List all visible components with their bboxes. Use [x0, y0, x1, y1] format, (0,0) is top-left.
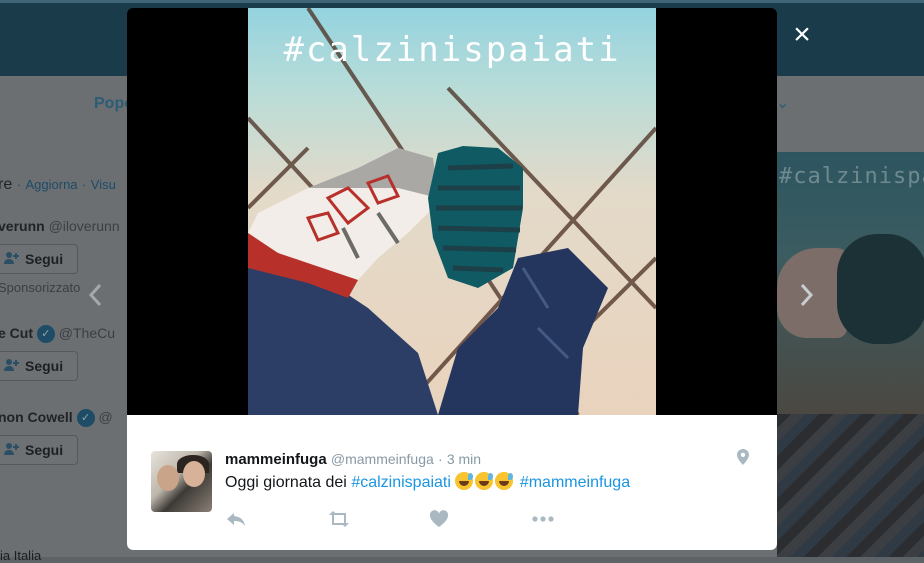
- suggestion-name[interactable]: non Cowell: [0, 409, 73, 425]
- view-all-link[interactable]: Visu: [91, 177, 116, 192]
- who-to-follow-heading: re: [0, 176, 13, 193]
- follow-button-label: Segui: [25, 251, 64, 267]
- who-to-follow-header: re · Aggiorna · Visu: [0, 176, 116, 194]
- follow-button-label: Segui: [25, 442, 64, 458]
- follow-user-icon: [3, 358, 19, 375]
- follow-button-label: Segui: [25, 358, 64, 374]
- suggestion-handle: @iloverunn: [48, 218, 120, 234]
- reply-icon[interactable]: [225, 510, 327, 530]
- suggestion-2-row: e Cut ✓ @TheCu: [0, 325, 116, 344]
- tweet-actions: [225, 510, 633, 530]
- previous-media-arrow-icon[interactable]: [88, 282, 102, 314]
- avatar-face: [157, 465, 179, 491]
- footer-language-label: ia Italia: [0, 548, 42, 563]
- avatar[interactable]: [151, 451, 212, 512]
- suggestion-handle: @: [98, 409, 113, 425]
- thumbnail-hashtag: #calzinispaiati: [779, 164, 924, 189]
- sponsored-label: Sponsorizzato: [0, 280, 81, 295]
- refresh-link[interactable]: Aggiorna: [25, 177, 77, 192]
- verified-badge-icon: ✓: [76, 409, 95, 428]
- follow-button[interactable]: Segui: [0, 244, 78, 274]
- follow-button[interactable]: Segui: [0, 435, 78, 465]
- sweat-smile-emoji-icon: [455, 472, 474, 490]
- tweet-text: Oggi giornata dei #calzinispaiati #mamme…: [225, 472, 630, 492]
- retweet-icon[interactable]: [327, 510, 429, 530]
- suggestion-3-row: non Cowell ✓ @: [0, 409, 113, 428]
- tweet-separator: ·: [437, 451, 443, 467]
- tweet-text-prefix: Oggi giornata dei: [225, 474, 352, 491]
- follow-button[interactable]: Segui: [0, 351, 78, 381]
- tweet-author-handle[interactable]: @mammeinfuga: [331, 451, 434, 467]
- location-pin-icon[interactable]: [737, 449, 749, 470]
- tweet-photo[interactable]: #calzinispaiati: [248, 8, 656, 415]
- follow-user-icon: [3, 251, 19, 268]
- verified-badge-icon: ✓: [36, 325, 55, 344]
- avatar-face: [183, 461, 205, 487]
- suggestion-name[interactable]: e Cut: [0, 325, 33, 341]
- separator-dot: ·: [81, 177, 87, 192]
- media-modal: #calzinispaiati mammeinfuga @mammeinfuga…: [127, 8, 777, 550]
- suggestion-handle: @TheCu: [58, 325, 116, 341]
- photo-overlay-hashtag: #calzinispaiati: [283, 30, 621, 70]
- separator-dot: ·: [16, 177, 22, 192]
- tweet-timestamp[interactable]: 3 min: [447, 451, 481, 467]
- tweet-header: mammeinfuga @mammeinfuga · 3 min: [225, 451, 481, 468]
- next-media-arrow-icon[interactable]: [800, 282, 814, 314]
- hashtag-link[interactable]: #calzinispaiati: [351, 474, 451, 491]
- background-media-thumbnail-2: [777, 414, 924, 557]
- close-button[interactable]: ×: [787, 20, 817, 50]
- hashtag-link[interactable]: #mammeinfuga: [520, 474, 630, 491]
- header-top-border: [0, 0, 924, 3]
- tweet-card: mammeinfuga @mammeinfuga · 3 min Oggi gi…: [127, 415, 777, 550]
- like-icon[interactable]: [429, 510, 531, 530]
- thumbnail-sock-right: [837, 234, 924, 344]
- sweat-smile-emoji-icon: [495, 472, 514, 490]
- suggestion-1-row: verunn @iloverunn: [0, 218, 120, 234]
- follow-user-icon: [3, 442, 19, 459]
- more-icon[interactable]: [531, 510, 633, 530]
- chevron-down-icon[interactable]: ⌄: [776, 93, 789, 113]
- tweet-author-name[interactable]: mammeinfuga: [225, 451, 327, 468]
- suggestion-name[interactable]: verunn: [0, 218, 45, 234]
- sweat-smile-emoji-icon: [475, 472, 494, 490]
